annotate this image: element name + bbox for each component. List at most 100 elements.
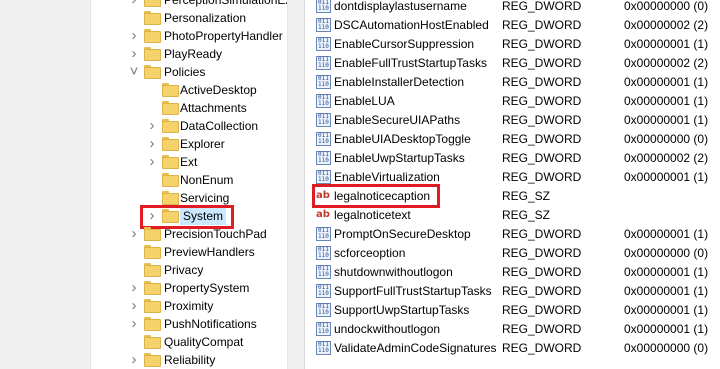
folder-icon bbox=[162, 101, 179, 115]
value-data: 0x00000001 (1) bbox=[624, 113, 709, 127]
value-row[interactable]: ab legalnoticetext REG_SZ bbox=[310, 206, 720, 225]
value-type: REG_DWORD bbox=[502, 113, 582, 127]
tree-item-ext[interactable]: › Ext bbox=[0, 153, 287, 171]
tree-item-label: Explorer bbox=[180, 137, 225, 151]
folder-icon bbox=[144, 47, 161, 61]
value-row[interactable]: 011 110 undockwithoutlogon REG_DWORD 0x00000… bbox=[310, 320, 720, 339]
folder-icon bbox=[144, 317, 161, 331]
tree-item-label: Attachments bbox=[180, 101, 247, 115]
folder-icon bbox=[144, 29, 161, 43]
tree-item-pushnotifications[interactable]: › PushNotifications bbox=[0, 315, 287, 333]
tree-item-explorer[interactable]: › Explorer bbox=[0, 135, 287, 153]
tree-item-policies[interactable]: ˅ Policies bbox=[0, 63, 287, 81]
tree-item-personalization[interactable]: Personalization bbox=[0, 9, 287, 27]
tree-item-label: PushNotifications bbox=[164, 317, 257, 331]
value-row[interactable]: 011 110 scforceoption REG_DWORD 0x00000000 (… bbox=[310, 244, 720, 263]
value-type: REG_DWORD bbox=[502, 170, 582, 184]
folder-icon bbox=[144, 0, 161, 7]
value-row[interactable]: 011 110 ValidateAdminCodeSignatures REG_DWO… bbox=[310, 339, 720, 358]
tree-item-proximity[interactable]: › Proximity bbox=[0, 297, 287, 315]
chevron-right-icon[interactable]: › bbox=[128, 315, 140, 333]
folder-icon bbox=[144, 245, 161, 259]
tree-item-attachments[interactable]: Attachments bbox=[0, 99, 287, 117]
value-type: REG_DWORD bbox=[502, 303, 582, 317]
tree-item-datacollection[interactable]: › DataCollection bbox=[0, 117, 287, 135]
folder-icon bbox=[144, 353, 161, 367]
value-data: 0x00000002 (2) bbox=[624, 18, 709, 32]
binary-value-icon: 011 110 bbox=[316, 227, 331, 241]
tree-item-precisiontouchpad[interactable]: › PrecisionTouchPad bbox=[0, 225, 287, 243]
tree-item-qualitycompat[interactable]: QualityCompat bbox=[0, 333, 287, 351]
value-row[interactable]: 011 110 EnableSecureUIAPaths REG_DWORD 0x000… bbox=[310, 111, 720, 130]
value-row[interactable]: 011 110 DSCAutomationHostEnabled REG_DWORD 0… bbox=[310, 16, 720, 35]
tree-item-perceptionsimulationextensions[interactable]: › PerceptionSimulationExtensions bbox=[0, 0, 287, 9]
value-type: REG_DWORD bbox=[502, 0, 582, 13]
folder-icon bbox=[144, 263, 161, 277]
value-name: EnableSecureUIAPaths bbox=[334, 113, 461, 127]
value-row[interactable]: 011 110 EnableCursorSuppression REG_DWORD 0x… bbox=[310, 35, 720, 54]
tree-item-label: Personalization bbox=[164, 11, 247, 25]
folder-icon bbox=[144, 335, 161, 349]
value-name: shutdownwithoutlogon bbox=[334, 265, 453, 279]
tree-item-label: PlayReady bbox=[164, 47, 223, 61]
value-row[interactable]: 011 110 EnableLUA REG_DWORD 0x00000001 (1) bbox=[310, 92, 720, 111]
value-row[interactable]: 011 110 SupportUwpStartupTasks REG_DWORD 0x0… bbox=[310, 301, 720, 320]
value-name: EnableInstallerDetection bbox=[334, 75, 465, 89]
value-row[interactable]: 011 110 EnableFullTrustStartupTasks REG_DWO… bbox=[310, 54, 720, 73]
value-type: REG_SZ bbox=[502, 208, 551, 222]
tree-item-propertysystem[interactable]: › PropertySystem bbox=[0, 279, 287, 297]
folder-icon bbox=[144, 281, 161, 295]
chevron-right-icon[interactable]: › bbox=[146, 117, 158, 135]
value-name: EnableUwpStartupTasks bbox=[334, 151, 465, 165]
binary-value-icon: 011 110 bbox=[316, 265, 331, 279]
folder-icon bbox=[162, 83, 179, 97]
value-type: REG_SZ bbox=[502, 189, 551, 203]
tree-item-label: QualityCompat bbox=[164, 335, 244, 349]
value-data: 0x00000001 (1) bbox=[624, 265, 709, 279]
value-data: 0x00000000 (0) bbox=[624, 246, 709, 260]
chevron-right-icon[interactable]: › bbox=[128, 45, 140, 63]
registry-values-list[interactable]: 011 110 dontdisplaylastusername REG_DWORD 0x… bbox=[310, 0, 720, 369]
tree-item-nonenum[interactable]: NonEnum bbox=[0, 171, 287, 189]
value-row[interactable]: 011 110 shutdownwithoutlogon REG_DWORD 0x000… bbox=[310, 263, 720, 282]
value-row[interactable]: 011 110 EnableUwpStartupTasks REG_DWORD 0x00… bbox=[310, 149, 720, 168]
tree-item-reliability[interactable]: › Reliability bbox=[0, 351, 287, 369]
tree-item-privacy[interactable]: Privacy bbox=[0, 261, 287, 279]
tree-item-activedesktop[interactable]: ActiveDesktop bbox=[0, 81, 287, 99]
value-name: EnableCursorSuppression bbox=[334, 37, 475, 51]
tree-item-label: DataCollection bbox=[180, 119, 259, 133]
folder-icon bbox=[162, 191, 179, 205]
folder-icon bbox=[144, 227, 161, 241]
chevron-down-icon[interactable]: ˅ bbox=[128, 63, 140, 81]
chevron-right-icon[interactable]: › bbox=[128, 351, 140, 369]
folder-icon bbox=[144, 65, 161, 79]
value-data: 0x00000002 (2) bbox=[624, 56, 709, 70]
value-row[interactable]: 011 110 EnableUIADesktopToggle REG_DWORD 0x0… bbox=[310, 130, 720, 149]
chevron-right-icon[interactable]: › bbox=[128, 225, 140, 243]
chevron-right-icon[interactable]: › bbox=[128, 27, 140, 45]
value-data: 0x00000000 (0) bbox=[624, 341, 709, 355]
chevron-right-icon[interactable]: › bbox=[128, 279, 140, 297]
chevron-right-icon[interactable]: › bbox=[128, 297, 140, 315]
tree-item-playready[interactable]: › PlayReady bbox=[0, 45, 287, 63]
value-row[interactable]: 011 110 PromptOnSecureDesktop REG_DWORD 0x00… bbox=[310, 225, 720, 244]
tree-item-label: PropertySystem bbox=[164, 281, 250, 295]
value-type: REG_DWORD bbox=[502, 151, 582, 165]
value-row[interactable]: 011 110 dontdisplaylastusername REG_DWORD 0x… bbox=[310, 0, 720, 16]
chevron-right-icon[interactable]: › bbox=[146, 135, 158, 153]
value-type: REG_DWORD bbox=[502, 132, 582, 146]
tree-item-label: Ext bbox=[180, 155, 198, 169]
value-data: 0x00000001 (1) bbox=[624, 37, 709, 51]
value-row[interactable]: 011 110 EnableInstallerDetection REG_DWORD 0… bbox=[310, 73, 720, 92]
value-name: PromptOnSecureDesktop bbox=[334, 227, 471, 241]
chevron-right-icon[interactable]: › bbox=[128, 0, 140, 9]
tree-item-previewhandlers[interactable]: PreviewHandlers bbox=[0, 243, 287, 261]
value-row[interactable]: 011 110 SupportFullTrustStartupTasks REG_DW… bbox=[310, 282, 720, 301]
value-data: 0x00000001 (1) bbox=[624, 94, 709, 108]
value-type: REG_DWORD bbox=[502, 56, 582, 70]
registry-tree-pane[interactable]: › PerceptionSimulationExtensions Personali… bbox=[0, 0, 287, 369]
folder-icon bbox=[144, 299, 161, 313]
tree-item-photopropertyhandler[interactable]: › PhotoPropertyHandler bbox=[0, 27, 287, 45]
tree-scrollbar[interactable] bbox=[287, 0, 305, 369]
chevron-right-icon[interactable]: › bbox=[146, 153, 158, 171]
